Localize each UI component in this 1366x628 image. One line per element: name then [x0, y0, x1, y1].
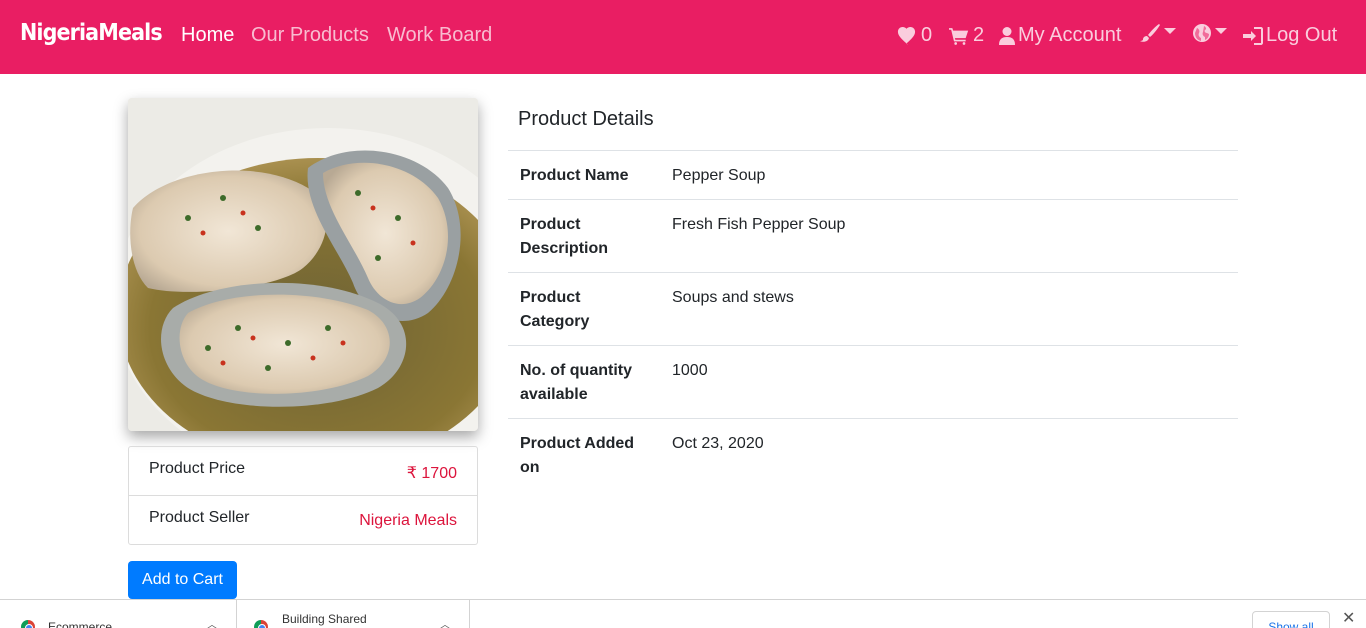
detail-value: Oct 23, 2020: [672, 435, 764, 452]
chevron-down-icon: [1164, 28, 1176, 34]
top-navbar: NigeriaMeals Home Our Products Work Boar…: [0, 0, 1366, 74]
table-row: Product Category Soups and stews: [508, 272, 1238, 345]
seller-value[interactable]: Nigeria Meals: [359, 512, 457, 530]
detail-key: Product Name: [520, 167, 629, 184]
detail-value: 1000: [672, 362, 708, 379]
chrome-icon: [21, 620, 35, 628]
brand-logo[interactable]: NigeriaMeals: [20, 20, 163, 46]
nav-home[interactable]: Home: [181, 24, 234, 47]
cart-icon: [949, 27, 969, 45]
download-name: Building Shared: [282, 612, 367, 626]
details-title: Product Details: [518, 108, 654, 130]
theme-dropdown[interactable]: [1140, 24, 1176, 42]
detail-value: Soups and stews: [672, 289, 794, 306]
details-table: Product Name Pepper Soup Product Descrip…: [508, 150, 1238, 491]
show-all-button[interactable]: Show all: [1252, 611, 1330, 628]
price-value: ₹ 1700: [406, 465, 457, 482]
nav-our-products[interactable]: Our Products: [251, 24, 369, 47]
detail-key: Product Added on: [520, 435, 635, 476]
download-item[interactable]: Building Shared ︿: [237, 600, 470, 628]
wishlist-count: 0: [921, 24, 933, 46]
my-account-link[interactable]: My Account: [999, 24, 1121, 47]
price-row: Product Price ₹ 1700: [129, 447, 477, 496]
download-item[interactable]: Ecommerce ︿: [0, 600, 237, 628]
logout-link[interactable]: Log Out: [1243, 24, 1337, 47]
sign-out-icon: [1243, 26, 1263, 45]
table-row: Product Added on Oct 23, 2020: [508, 418, 1238, 491]
cart-link[interactable]: 2: [949, 24, 984, 47]
user-icon: [999, 26, 1015, 45]
close-icon[interactable]: ✕: [1342, 608, 1355, 628]
download-name: Ecommerce: [48, 620, 113, 628]
add-to-cart-button[interactable]: Add to Cart: [128, 561, 237, 599]
price-label: Product Price: [149, 460, 246, 477]
download-bar: Ecommerce ︿ Building Shared ︿ Show all ✕: [0, 599, 1366, 628]
chrome-icon: [254, 620, 268, 628]
seller-label: Product Seller: [149, 509, 250, 526]
chevron-down-icon: [1215, 28, 1227, 34]
table-row: No. of quantity available 1000: [508, 345, 1238, 418]
product-image: [128, 98, 478, 431]
seller-row: Product Seller Nigeria Meals: [129, 496, 477, 545]
wishlist-link[interactable]: 0: [896, 24, 932, 47]
detail-value: Fresh Fish Pepper Soup: [672, 216, 846, 233]
detail-value: Pepper Soup: [672, 167, 766, 184]
detail-key: Product Description: [520, 216, 609, 257]
price-seller-card: Product Price ₹ 1700 Product Seller Nige…: [128, 446, 478, 545]
detail-key: Product Category: [520, 289, 590, 330]
chevron-up-icon[interactable]: ︿: [207, 616, 217, 628]
cart-count: 2: [973, 24, 985, 46]
table-row: Product Name Pepper Soup: [508, 150, 1238, 199]
paint-brush-icon: [1140, 24, 1160, 42]
table-row: Product Description Fresh Fish Pepper So…: [508, 199, 1238, 272]
chevron-up-icon[interactable]: ︿: [440, 616, 450, 628]
language-dropdown[interactable]: [1193, 24, 1227, 42]
heart-icon: [897, 26, 916, 45]
detail-key: No. of quantity available: [520, 362, 632, 403]
logout-label: Log Out: [1266, 24, 1338, 46]
my-account-label: My Account: [1018, 24, 1122, 46]
nav-work-board[interactable]: Work Board: [387, 24, 492, 47]
globe-icon: [1193, 24, 1211, 42]
